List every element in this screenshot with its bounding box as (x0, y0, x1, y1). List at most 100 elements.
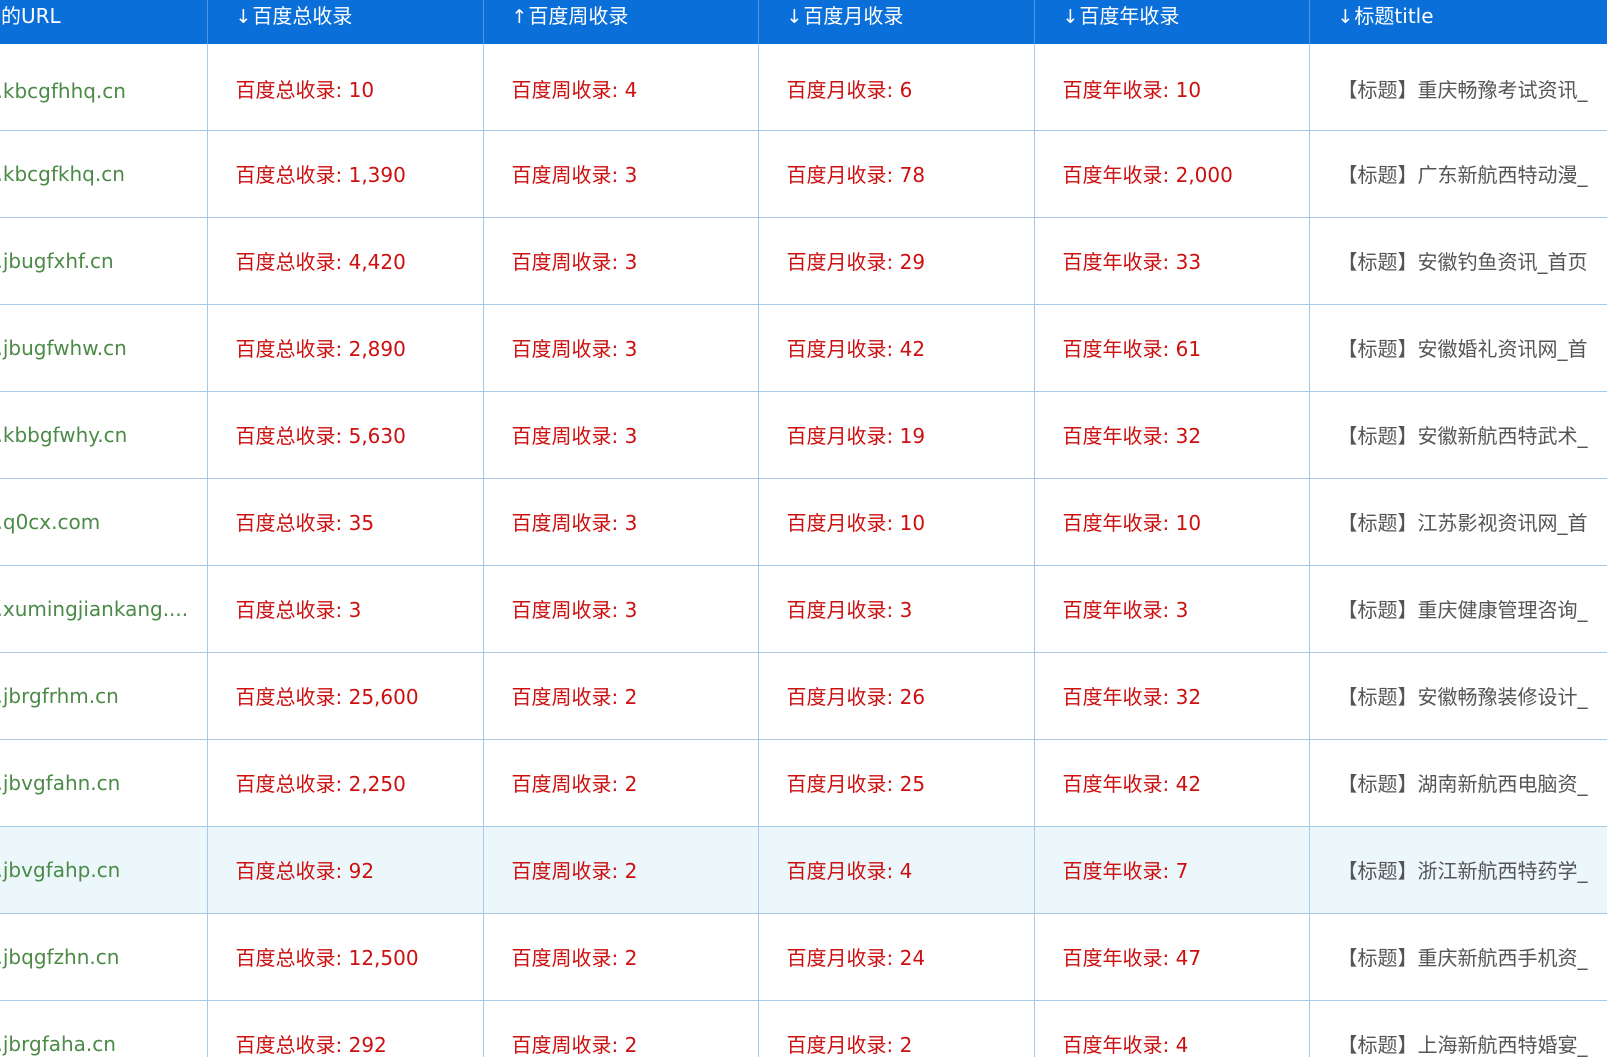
baidu-total-index-cell: 百度总收录: 10 (207, 44, 484, 131)
site-url-cell[interactable]: w.xumingjiankang.... (0, 565, 208, 653)
site-url-cell[interactable]: w.jbvgfahp.cn (0, 826, 208, 914)
column-header-title[interactable]: ↓标题title (1309, 0, 1607, 44)
table-row[interactable]: w.kbbgfwhy.cn 百度总收录: 5,630 百度周收录: 3 百度月收… (0, 391, 1607, 479)
site-url-link[interactable]: w.jbrgfaha.cn (0, 1032, 116, 1056)
baidu-year-index-cell: 百度年收录: 42 (1034, 739, 1310, 827)
baidu-week-index-cell: 百度周收录: 3 (483, 217, 759, 305)
site-title-cell: 【标题】浙江新航西特药学_ (1309, 826, 1607, 914)
site-url-cell[interactable]: w.kbcgfkhq.cn (0, 130, 208, 218)
baidu-week-index-cell: 百度周收录: 3 (483, 565, 759, 653)
baidu-year-index-cell: 百度年收录: 33 (1034, 217, 1310, 305)
baidu-week-index-cell: 百度周收录: 3 (483, 391, 759, 479)
table-row[interactable]: w.kbcgfkhq.cn 百度总收录: 1,390 百度周收录: 3 百度月收… (0, 130, 1607, 218)
table-row[interactable]: w.jbugfwhw.cn 百度总收录: 2,890 百度周收录: 3 百度月收… (0, 304, 1607, 392)
baidu-month-index-cell: 百度月收录: 78 (758, 130, 1035, 218)
baidu-month-index-cell: 百度月收录: 3 (758, 565, 1035, 653)
site-title-cell: 【标题】安徽婚礼资讯网_首 (1309, 304, 1607, 392)
table-row[interactable]: w.jbvgfahn.cn 百度总收录: 2,250 百度周收录: 2 百度月收… (0, 739, 1607, 827)
site-url-link[interactable]: w.kbcgfhhq.cn (0, 79, 126, 103)
baidu-month-index-cell: 百度月收录: 19 (758, 391, 1035, 479)
site-url-link[interactable]: w.jbvgfahn.cn (0, 771, 120, 795)
baidu-month-index-cell: 百度月收录: 42 (758, 304, 1035, 392)
baidu-month-index-cell: 百度月收录: 26 (758, 652, 1035, 740)
site-url-cell[interactable]: w.kbbgfwhy.cn (0, 391, 208, 479)
column-header-label: 标题title (1354, 4, 1434, 28)
baidu-year-index-cell: 百度年收录: 32 (1034, 652, 1310, 740)
sort-down-arrow-icon: ↓ (1337, 6, 1354, 28)
table-viewport: 的URL ↓百度总收录 ↑百度周收录 ↓百度月收录 ↓百度年收录 ↓标题titl… (0, 0, 1607, 1057)
column-header-baidu-year[interactable]: ↓百度年收录 (1034, 0, 1310, 44)
site-url-cell[interactable]: w.jbqgfzhn.cn (0, 913, 208, 1001)
site-url-cell[interactable]: w.kbcgfhhq.cn (0, 44, 208, 131)
baidu-year-index-cell: 百度年收录: 4 (1034, 1000, 1310, 1057)
baidu-month-index-cell: 百度月收录: 29 (758, 217, 1035, 305)
column-header-label: 的URL (1, 4, 61, 28)
baidu-total-index-cell: 百度总收录: 4,420 (207, 217, 484, 305)
site-url-link[interactable]: w.jbvgfahp.cn (0, 858, 120, 882)
baidu-year-index-cell: 百度年收录: 47 (1034, 913, 1310, 1001)
sort-down-arrow-icon: ↓ (786, 6, 803, 28)
table-row[interactable]: w.q0cx.com 百度总收录: 35 百度周收录: 3 百度月收录: 10 … (0, 478, 1607, 566)
baidu-total-index-cell: 百度总收录: 12,500 (207, 913, 484, 1001)
column-header-label: 百度总收录 (252, 4, 353, 28)
site-title-cell: 【标题】江苏影视资讯网_首 (1309, 478, 1607, 566)
site-title-cell: 【标题】重庆健康管理咨询_ (1309, 565, 1607, 653)
table-row[interactable]: w.jbqgfzhn.cn 百度总收录: 12,500 百度周收录: 2 百度月… (0, 913, 1607, 1001)
site-url-link[interactable]: w.kbbgfwhy.cn (0, 423, 127, 447)
baidu-month-index-cell: 百度月收录: 10 (758, 478, 1035, 566)
baidu-week-index-cell: 百度周收录: 2 (483, 913, 759, 1001)
baidu-week-index-cell: 百度周收录: 2 (483, 1000, 759, 1057)
column-header-baidu-total[interactable]: ↓百度总收录 (207, 0, 484, 44)
baidu-month-index-cell: 百度月收录: 4 (758, 826, 1035, 914)
column-header-baidu-month[interactable]: ↓百度月收录 (758, 0, 1035, 44)
baidu-week-index-cell: 百度周收录: 2 (483, 652, 759, 740)
baidu-year-index-cell: 百度年收录: 32 (1034, 391, 1310, 479)
column-header-label: 百度周收录 (528, 4, 629, 28)
sort-down-arrow-icon: ↓ (1062, 6, 1079, 28)
baidu-year-index-cell: 百度年收录: 61 (1034, 304, 1310, 392)
baidu-year-index-cell: 百度年收录: 3 (1034, 565, 1310, 653)
table-row[interactable]: w.kbcgfhhq.cn 百度总收录: 10 百度周收录: 4 百度月收录: … (0, 44, 1607, 131)
site-url-link[interactable]: w.q0cx.com (0, 510, 100, 534)
baidu-total-index-cell: 百度总收录: 25,600 (207, 652, 484, 740)
site-url-cell[interactable]: w.jbugfwhw.cn (0, 304, 208, 392)
site-url-link[interactable]: w.jbugfwhw.cn (0, 336, 127, 360)
baidu-week-index-cell: 百度周收录: 4 (483, 44, 759, 131)
table-row[interactable]: w.jbrgfrhm.cn 百度总收录: 25,600 百度周收录: 2 百度月… (0, 652, 1607, 740)
site-url-cell[interactable]: w.jbrgfaha.cn (0, 1000, 208, 1057)
table-row[interactable]: w.jbvgfahp.cn 百度总收录: 92 百度周收录: 2 百度月收录: … (0, 826, 1607, 914)
site-url-link[interactable]: w.jbugfxhf.cn (0, 249, 114, 273)
site-title-cell: 【标题】上海新航西特婚宴_ (1309, 1000, 1607, 1057)
column-header-url[interactable]: 的URL (0, 0, 208, 44)
baidu-week-index-cell: 百度周收录: 2 (483, 826, 759, 914)
site-url-cell[interactable]: w.jbrgfrhm.cn (0, 652, 208, 740)
baidu-total-index-cell: 百度总收录: 35 (207, 478, 484, 566)
sort-down-arrow-icon: ↓ (235, 6, 252, 28)
site-url-link[interactable]: w.xumingjiankang.... (0, 597, 188, 621)
sort-up-arrow-icon: ↑ (511, 6, 528, 28)
site-title-cell: 【标题】安徽畅豫装修设计_ (1309, 652, 1607, 740)
site-title-cell: 【标题】安徽钓鱼资讯_首页 (1309, 217, 1607, 305)
site-url-link[interactable]: w.kbcgfkhq.cn (0, 162, 125, 186)
site-url-link[interactable]: w.jbrgfrhm.cn (0, 684, 119, 708)
baidu-year-index-cell: 百度年收录: 10 (1034, 478, 1310, 566)
site-url-link[interactable]: w.jbqgfzhn.cn (0, 945, 119, 969)
baidu-month-index-cell: 百度月收录: 2 (758, 1000, 1035, 1057)
baidu-week-index-cell: 百度周收录: 3 (483, 304, 759, 392)
site-url-cell[interactable]: w.jbugfxhf.cn (0, 217, 208, 305)
table-row[interactable]: w.jbugfxhf.cn 百度总收录: 4,420 百度周收录: 3 百度月收… (0, 217, 1607, 305)
column-header-baidu-week[interactable]: ↑百度周收录 (483, 0, 759, 44)
baidu-week-index-cell: 百度周收录: 2 (483, 739, 759, 827)
baidu-total-index-cell: 百度总收录: 1,390 (207, 130, 484, 218)
baidu-year-index-cell: 百度年收录: 7 (1034, 826, 1310, 914)
header-row: 的URL ↓百度总收录 ↑百度周收录 ↓百度月收录 ↓百度年收录 ↓标题titl… (0, 0, 1607, 44)
site-url-cell[interactable]: w.q0cx.com (0, 478, 208, 566)
site-url-cell[interactable]: w.jbvgfahn.cn (0, 739, 208, 827)
column-header-label: 百度月收录 (803, 4, 904, 28)
table-row[interactable]: w.jbrgfaha.cn 百度总收录: 292 百度周收录: 2 百度月收录:… (0, 1000, 1607, 1057)
table-row[interactable]: w.xumingjiankang.... 百度总收录: 3 百度周收录: 3 百… (0, 565, 1607, 653)
baidu-total-index-cell: 百度总收录: 5,630 (207, 391, 484, 479)
baidu-total-index-cell: 百度总收录: 292 (207, 1000, 484, 1057)
baidu-week-index-cell: 百度周收录: 3 (483, 130, 759, 218)
site-title-cell: 【标题】广东新航西特动漫_ (1309, 130, 1607, 218)
